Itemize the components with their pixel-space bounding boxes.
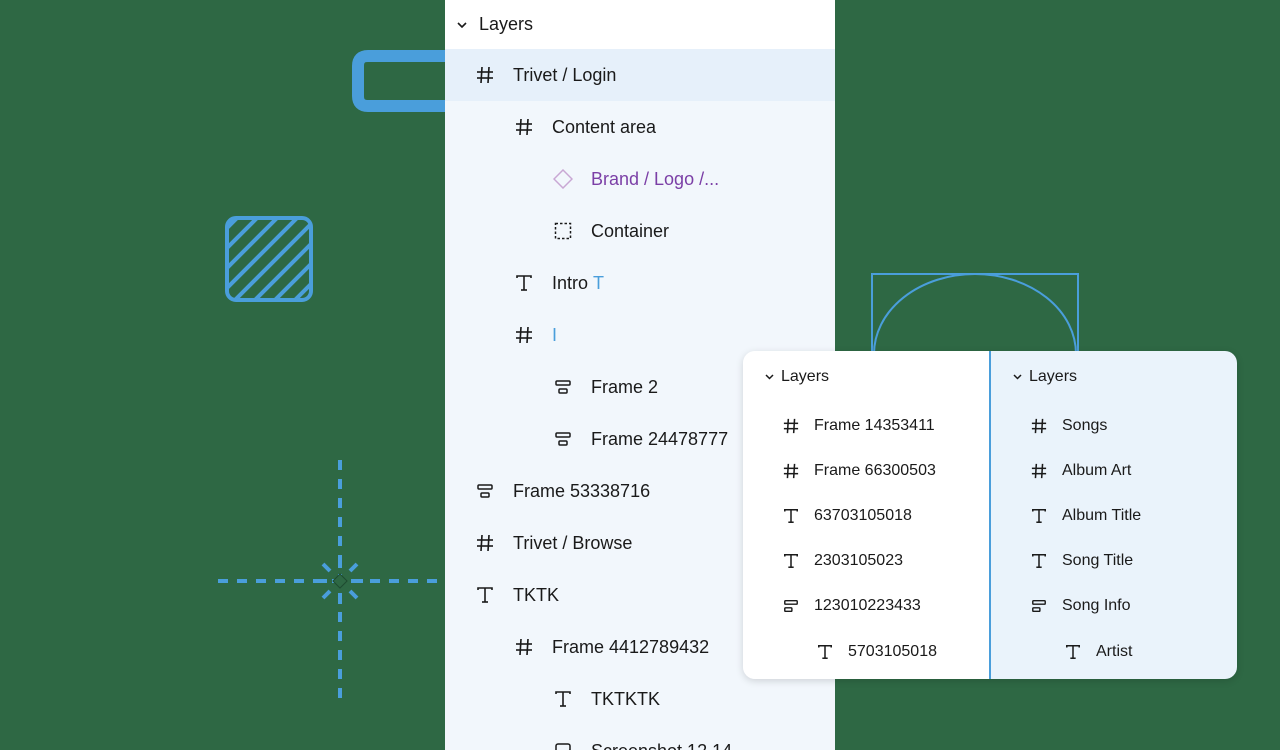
layer-row[interactable]: Album Art [991,448,1237,493]
stack-layout-icon [474,480,496,502]
image-icon [552,740,574,750]
text-icon [782,507,800,525]
layers-panel-header[interactable]: Layers [991,351,1237,403]
horizontal-layout-icon [782,597,800,615]
layer-label: Frame 66300503 [814,461,936,479]
hash-icon [474,532,496,554]
layer-label: Trivet / Login [513,64,617,85]
layer-label: Song Title [1062,552,1134,570]
hash-icon [513,116,535,138]
layer-row[interactable]: 123010223433 [743,584,989,629]
layer-row[interactable]: Frame 14353411 [743,403,989,448]
text-icon [513,272,535,294]
layer-row[interactable]: Album Title [991,493,1237,538]
hash-icon [782,417,800,435]
rounded-bracket-shape [352,50,446,112]
layers-panel-header[interactable]: Layers [445,0,835,49]
layers-panel-title: Layers [479,14,534,34]
layer-label: 2303105023 [814,552,903,570]
text-cursor-suffix: T [593,272,605,293]
layer-row[interactable]: 5703105018 [743,629,989,674]
hash-icon [513,324,535,346]
layer-row-trivet-login[interactable]: Trivet / Login [445,49,835,101]
layer-row[interactable]: Artist [991,629,1237,674]
layer-label: Brand / Logo /... [591,168,720,189]
layer-row-intro[interactable]: Intro T [445,257,835,309]
layer-label: Trivet / Browse [513,532,633,553]
layers-panel-title: Layers [781,368,830,385]
layer-row[interactable]: 63703105018 [743,493,989,538]
text-icon [552,688,574,710]
layer-label: Songs [1062,416,1108,434]
dashed-square-icon [552,220,574,242]
layer-row-brand-logo[interactable]: Brand / Logo /... [445,153,835,205]
layer-label: Album Title [1062,506,1142,524]
hash-icon [1030,417,1048,435]
layer-label: Intro [552,272,589,293]
hash-icon [474,64,496,86]
layer-row[interactable]: Frame 66300503 [743,448,989,493]
layer-label: Artist [1096,642,1133,660]
chevron-down-icon[interactable] [763,374,775,380]
horizontal-layout-icon [1030,597,1048,615]
layer-row[interactable]: Song Title [991,539,1237,584]
layer-label: Frame 14353411 [814,416,935,434]
layer-label: 123010223433 [814,597,921,615]
layer-row[interactable]: Songs [991,403,1237,448]
layer-label: Frame 4412789432 [552,636,710,657]
stack-layout-icon [552,376,574,398]
text-icon [1030,507,1048,525]
layers-panel-header[interactable]: Layers [743,351,989,403]
text-icon [1030,552,1048,570]
layer-label: I [552,324,558,345]
chevron-down-icon[interactable] [454,21,470,28]
chevron-down-icon[interactable] [1011,374,1023,380]
layer-label: Frame 2 [591,376,659,397]
layer-row[interactable]: 2303105023 [743,539,989,584]
text-icon [816,643,834,661]
layer-label: 63703105018 [814,506,912,524]
layers-panel-left: Layers Frame 14353411 Frame 66300503 637… [743,351,989,679]
hash-icon [782,462,800,480]
hash-icon [1030,462,1048,480]
layer-label: Album Art [1062,461,1132,479]
layers-panel-title: Layers [1029,368,1078,385]
layers-panel-right: Layers Songs Album Art Album Title Song … [989,351,1237,679]
crosshair-guides-shape [218,460,446,704]
layer-label: 5703105018 [848,642,937,660]
layer-row-container[interactable]: Container [445,205,835,257]
layer-row-screenshot[interactable]: Screenshot 12.14 [445,725,835,750]
text-icon [474,584,496,606]
text-icon [1064,643,1082,661]
layer-row-content-area[interactable]: Content area [445,101,835,153]
layer-label: Screenshot 12.14 [591,741,732,750]
hatched-square-shape [225,216,313,302]
layer-label: TKTK [513,584,560,605]
semicircle-frame-shape [871,273,1079,354]
stack-layout-icon [552,428,574,450]
layer-label: TKTKTK [591,688,661,709]
layer-row-tktktk[interactable]: TKTKTK [445,673,835,725]
layer-label: Song Info [1062,597,1131,615]
floating-layers-panels: Layers Frame 14353411 Frame 66300503 637… [743,351,1237,679]
layer-label: Container [591,220,670,241]
layer-label: Frame 24478777 [591,428,729,449]
layer-label: Content area [552,116,657,137]
layer-row[interactable]: Song Info [991,584,1237,629]
layer-label: Frame 53338716 [513,480,651,501]
hash-icon [513,636,535,658]
component-diamond-icon [552,168,574,190]
text-icon [782,552,800,570]
